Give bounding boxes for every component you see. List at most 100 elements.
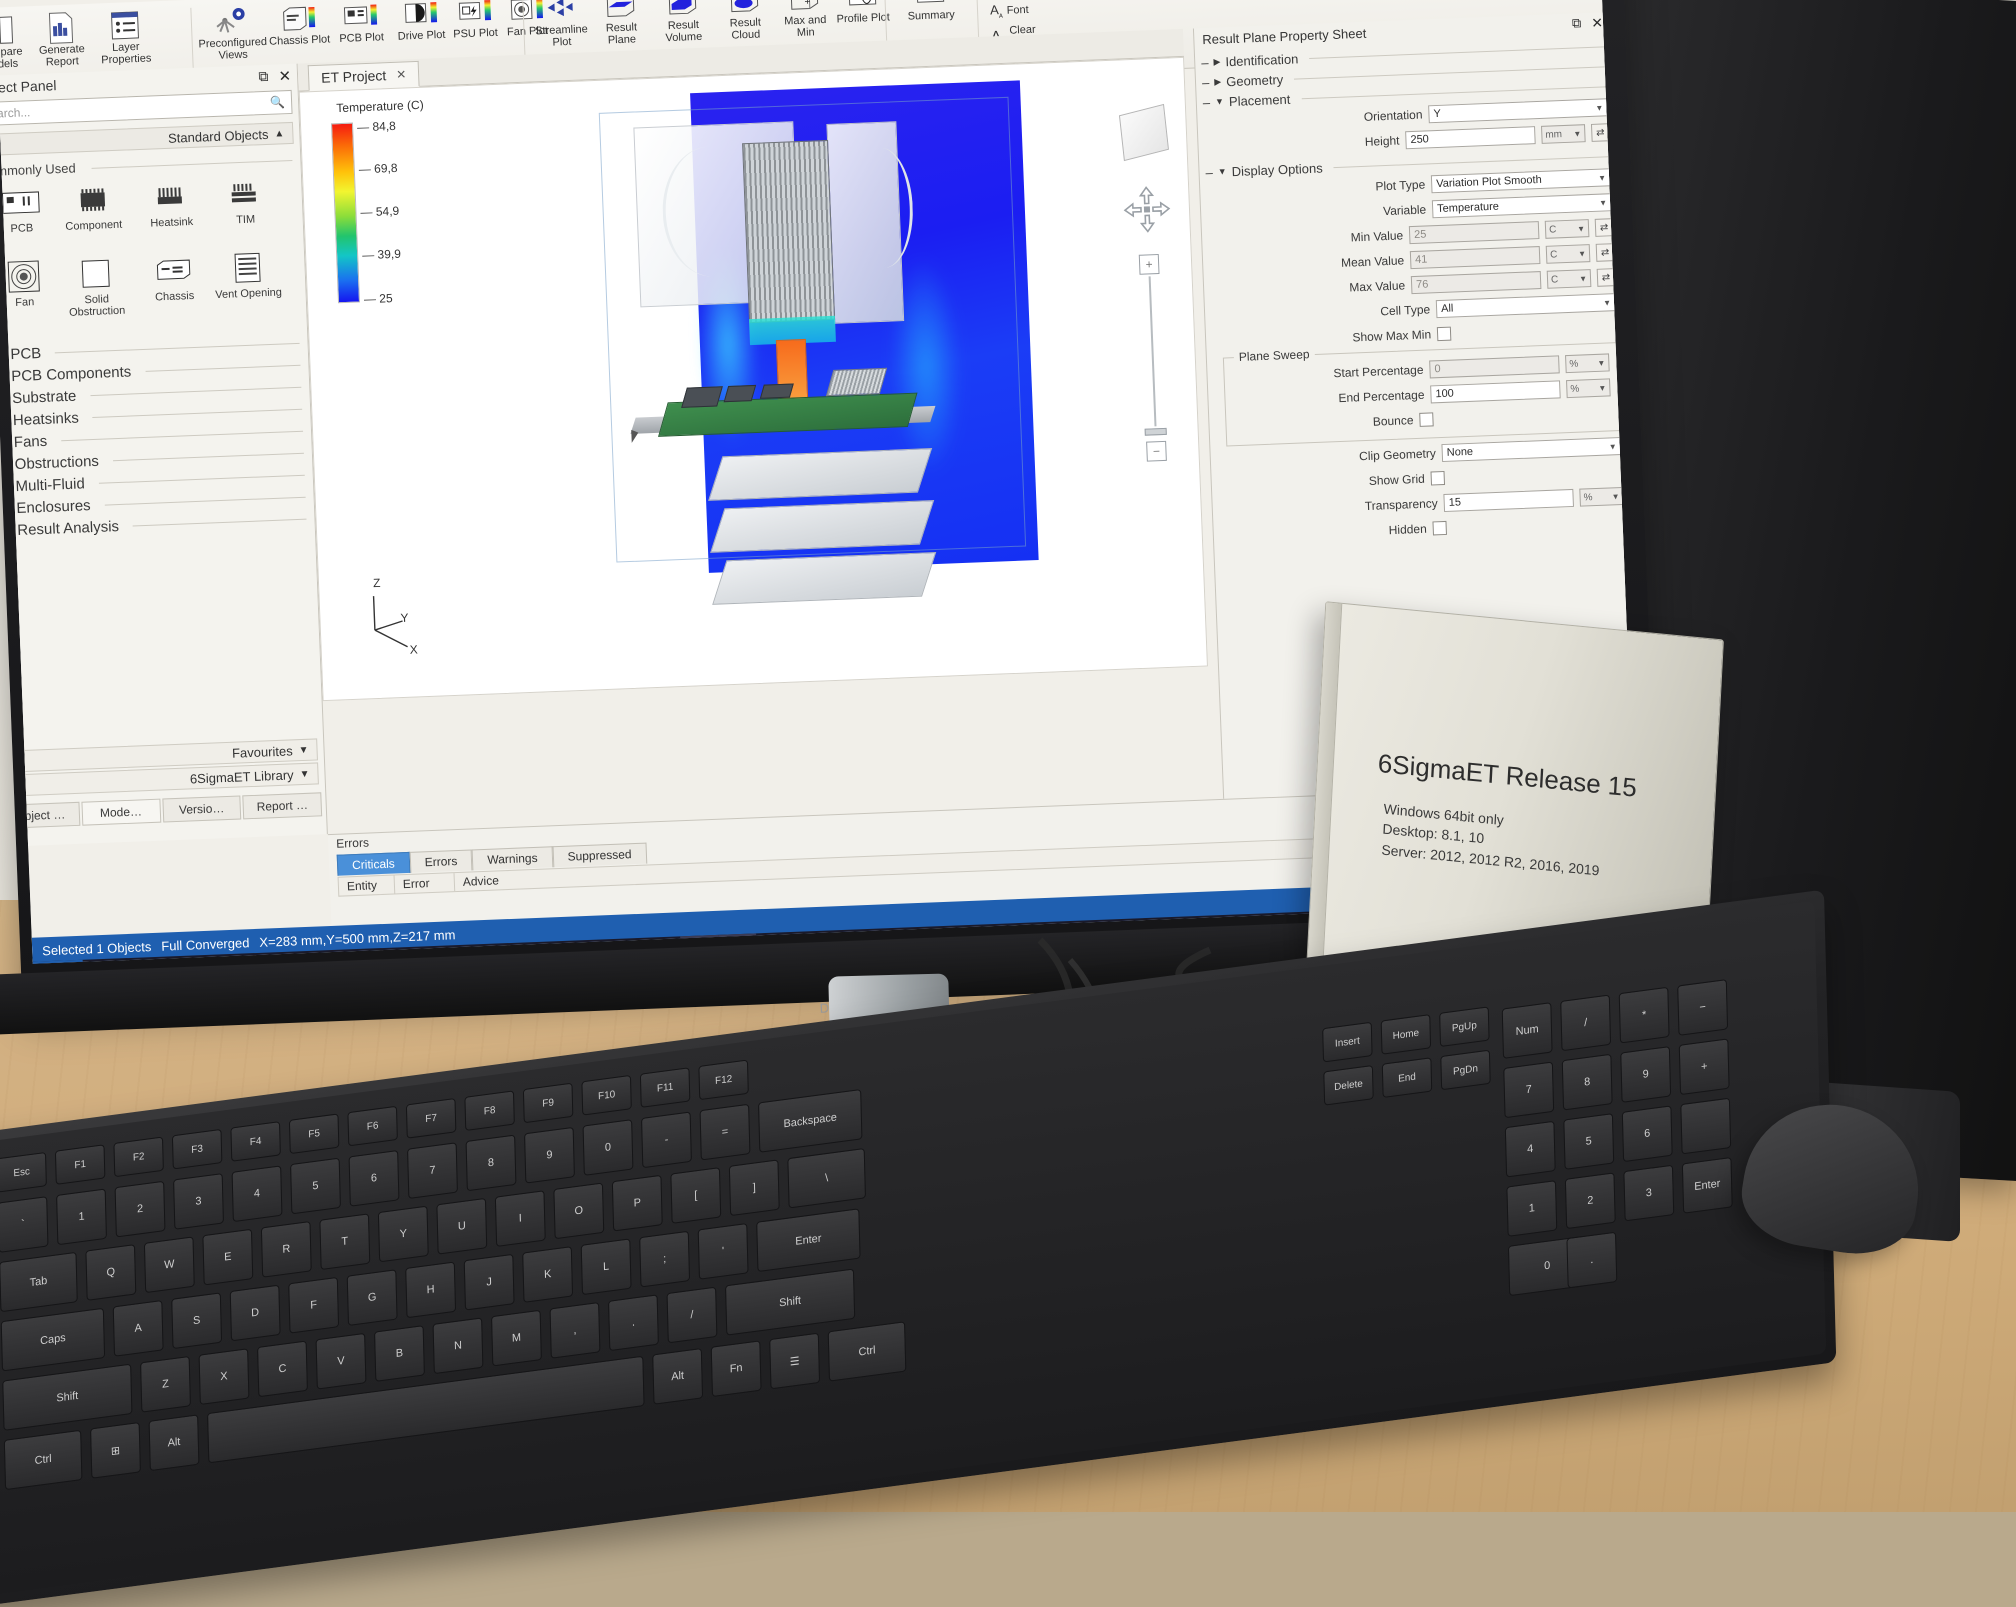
end-unit-select[interactable]: % ▼ xyxy=(1566,378,1611,399)
errors-tab-suppressed[interactable]: Suppressed xyxy=(552,842,647,868)
key-o[interactable]: O xyxy=(553,1182,605,1240)
key-m[interactable]: M xyxy=(491,1309,542,1367)
key-backslash[interactable]: \ xyxy=(787,1148,866,1209)
key-s[interactable]: S xyxy=(171,1292,223,1350)
key-8[interactable]: 8 xyxy=(465,1134,517,1192)
key-9[interactable]: 9 xyxy=(524,1126,575,1184)
key-0[interactable]: 0 xyxy=(582,1119,634,1176)
key-5[interactable]: 5 xyxy=(290,1157,341,1215)
standard-objects-header[interactable]: Standard Objects ▲ xyxy=(0,121,294,157)
key-equals[interactable]: = xyxy=(699,1103,751,1161)
key-6[interactable]: 6 xyxy=(348,1149,400,1207)
key-fn[interactable]: Fn xyxy=(710,1340,762,1398)
key-u[interactable]: U xyxy=(436,1197,488,1255)
result-plane-button[interactable]: Result Plane xyxy=(589,0,653,47)
key-f1[interactable]: F1 xyxy=(54,1144,106,1185)
key-k[interactable]: K xyxy=(522,1246,574,1303)
height-swap-button[interactable]: ⇄ xyxy=(1590,123,1610,142)
key-p[interactable]: P xyxy=(611,1174,663,1232)
key-f12[interactable]: F12 xyxy=(698,1059,749,1101)
preconfigured-views-button[interactable]: Preconfigured Views xyxy=(195,3,269,63)
key-shift-left[interactable]: Shift xyxy=(2,1363,133,1431)
key-numpad-6[interactable]: 6 xyxy=(1621,1105,1673,1163)
layer-properties-button[interactable]: Layer Properties xyxy=(93,7,157,66)
key-c[interactable]: C xyxy=(257,1340,308,1398)
key-l[interactable]: L xyxy=(580,1238,632,1296)
undock-icon[interactable]: ⧉ xyxy=(1572,15,1582,32)
key-num-lock[interactable]: Num xyxy=(1501,1002,1553,1059)
key-f4[interactable]: F4 xyxy=(230,1121,281,1162)
key-f[interactable]: F xyxy=(288,1276,340,1334)
compare-models-button[interactable]: 24 Compare Models xyxy=(0,12,32,71)
errors-tab-errors[interactable]: Errors xyxy=(409,849,473,873)
key-numpad-multiply[interactable]: * xyxy=(1618,986,1670,1044)
zoom-thumb[interactable] xyxy=(1144,427,1167,436)
hidden-checkbox[interactable] xyxy=(1432,520,1447,536)
key-alt-right[interactable]: Alt xyxy=(652,1348,704,1405)
key-numpad-plus[interactable]: + xyxy=(1678,1038,1730,1096)
key-d[interactable]: D xyxy=(229,1284,281,1342)
key-x[interactable]: X xyxy=(198,1348,250,1406)
key-b[interactable]: B xyxy=(374,1325,425,1382)
show-max-min-checkbox[interactable] xyxy=(1436,326,1452,342)
tab-report[interactable]: Report … xyxy=(242,792,323,820)
column-header-entity[interactable]: Entity xyxy=(338,875,396,896)
object-item-vent-opening[interactable]: Vent Opening xyxy=(207,246,289,301)
key-7[interactable]: 7 xyxy=(407,1142,458,1200)
streamline-plot-button[interactable]: Streamline Plot xyxy=(527,0,595,50)
thermal-model-render[interactable] xyxy=(580,69,1122,649)
key-backtick[interactable]: ` xyxy=(0,1196,49,1253)
key-f8[interactable]: F8 xyxy=(464,1090,515,1132)
max-and-min-button[interactable]: ++ Max and Min xyxy=(773,0,837,40)
key-ctrl-left[interactable]: Ctrl xyxy=(3,1429,83,1491)
key-numpad-7[interactable]: 7 xyxy=(1503,1061,1555,1119)
close-icon[interactable]: ✕ xyxy=(396,67,407,81)
show-grid-checkbox[interactable] xyxy=(1430,470,1446,486)
key-numpad-divide[interactable]: / xyxy=(1560,994,1612,1052)
key-z[interactable]: Z xyxy=(140,1355,191,1413)
key-numpad-4[interactable]: 4 xyxy=(1504,1120,1556,1178)
object-item-component[interactable]: Component xyxy=(52,178,134,233)
key-numpad-1[interactable]: 1 xyxy=(1506,1180,1558,1237)
key-insert[interactable]: Insert xyxy=(1322,1021,1373,1063)
close-icon[interactable]: ✕ xyxy=(1591,14,1603,31)
key-ctrl-right[interactable]: Ctrl xyxy=(827,1321,907,1382)
generate-report-button[interactable]: Generate Report xyxy=(29,10,93,69)
errors-tab-warnings[interactable]: Warnings xyxy=(471,846,553,871)
object-item-tim[interactable]: TIM xyxy=(204,172,286,227)
key-numpad-period[interactable]: . xyxy=(1566,1231,1618,1289)
key-t[interactable]: T xyxy=(319,1213,371,1271)
object-item-heatsink[interactable]: Heatsink xyxy=(130,175,212,230)
key-f7[interactable]: F7 xyxy=(405,1098,457,1139)
key-bracket-left[interactable]: [ xyxy=(670,1167,722,1224)
key-slash[interactable]: / xyxy=(666,1286,718,1344)
key-minus[interactable]: - xyxy=(641,1111,692,1169)
key-f5[interactable]: F5 xyxy=(288,1113,340,1155)
height-input[interactable]: 250 xyxy=(1405,126,1536,150)
start-percentage-input[interactable]: 0 xyxy=(1429,355,1560,379)
key-win-left[interactable]: ⊞ xyxy=(90,1422,141,1479)
min-swap-button[interactable]: ⇄ xyxy=(1594,218,1614,237)
key-q[interactable]: Q xyxy=(85,1244,137,1301)
key-4[interactable]: 4 xyxy=(231,1165,283,1223)
key-f6[interactable]: F6 xyxy=(347,1105,398,1147)
key-v[interactable]: V xyxy=(315,1332,367,1390)
key-page-down[interactable]: PgDn xyxy=(1440,1049,1491,1091)
key-g[interactable]: G xyxy=(346,1269,398,1326)
key-end[interactable]: End xyxy=(1381,1057,1433,1098)
key-tab[interactable]: Tab xyxy=(0,1251,78,1313)
key-f10[interactable]: F10 xyxy=(581,1074,632,1116)
height-unit-select[interactable]: mm ▼ xyxy=(1541,124,1586,144)
key-alt-left[interactable]: Alt xyxy=(148,1414,200,1472)
mean-swap-button[interactable]: ⇄ xyxy=(1595,243,1615,262)
key-esc[interactable]: Esc xyxy=(0,1151,47,1193)
key-backspace[interactable]: Backspace xyxy=(758,1088,863,1153)
cell-type-select[interactable]: All ▼ xyxy=(1435,293,1617,319)
key-quote[interactable]: ' xyxy=(697,1222,749,1280)
3d-viewport[interactable]: Temperature (C) 84,8 69,8 54,9 39,9 25 xyxy=(298,56,1208,702)
orientation-select[interactable]: Y ▼ xyxy=(1428,98,1609,124)
key-j[interactable]: J xyxy=(463,1253,515,1311)
zoom-track[interactable] xyxy=(1148,276,1157,427)
end-percentage-input[interactable]: 100 xyxy=(1430,380,1561,404)
key-r[interactable]: R xyxy=(260,1220,312,1278)
